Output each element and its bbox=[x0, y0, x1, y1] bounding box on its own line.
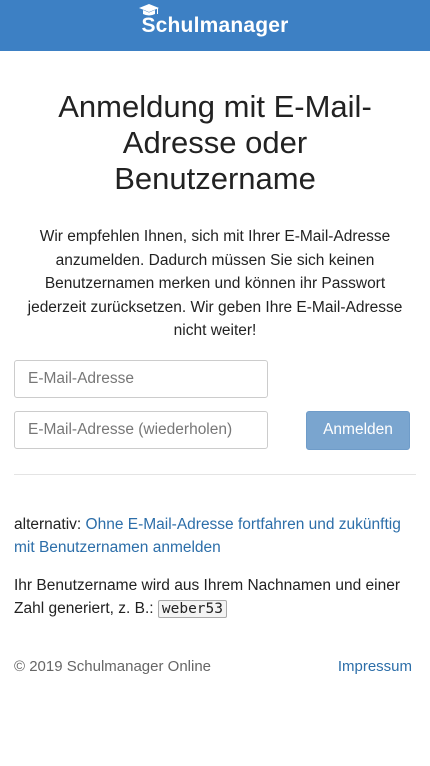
intro-text: Wir empfehlen Ihnen, sich mit Ihrer E-Ma… bbox=[27, 228, 403, 339]
top-bar: Schulmanager bbox=[0, 0, 430, 51]
email-repeat-row: Anmelden bbox=[14, 410, 416, 450]
divider bbox=[14, 473, 416, 475]
main-content: Anmeldung mit E-Mail-Adresse oder Benutz… bbox=[0, 89, 430, 675]
username-note: Ihr Benutzername wird aus Ihrem Nachname… bbox=[14, 574, 416, 622]
impressum-link[interactable]: Impressum bbox=[338, 658, 412, 675]
copyright: © 2019 Schulmanager Online bbox=[14, 657, 212, 675]
alternative-text: alternativ: Ohne E-Mail-Adresse fortfahr… bbox=[14, 513, 416, 560]
login-button[interactable]: Anmelden bbox=[306, 410, 410, 450]
alternative-prefix: alternativ: bbox=[14, 515, 86, 533]
email-repeat-field[interactable] bbox=[14, 411, 268, 449]
footer: © 2019 Schulmanager Online Impressum bbox=[14, 658, 416, 675]
username-example: weber53 bbox=[157, 600, 227, 618]
email-field[interactable] bbox=[14, 359, 268, 398]
graduation-cap-icon bbox=[139, 3, 160, 15]
logo[interactable]: Schulmanager bbox=[139, 3, 289, 38]
page-title: Anmeldung mit E-Mail-Adresse oder Benutz… bbox=[58, 89, 372, 196]
logo-text: Schulmanager bbox=[141, 13, 289, 37]
